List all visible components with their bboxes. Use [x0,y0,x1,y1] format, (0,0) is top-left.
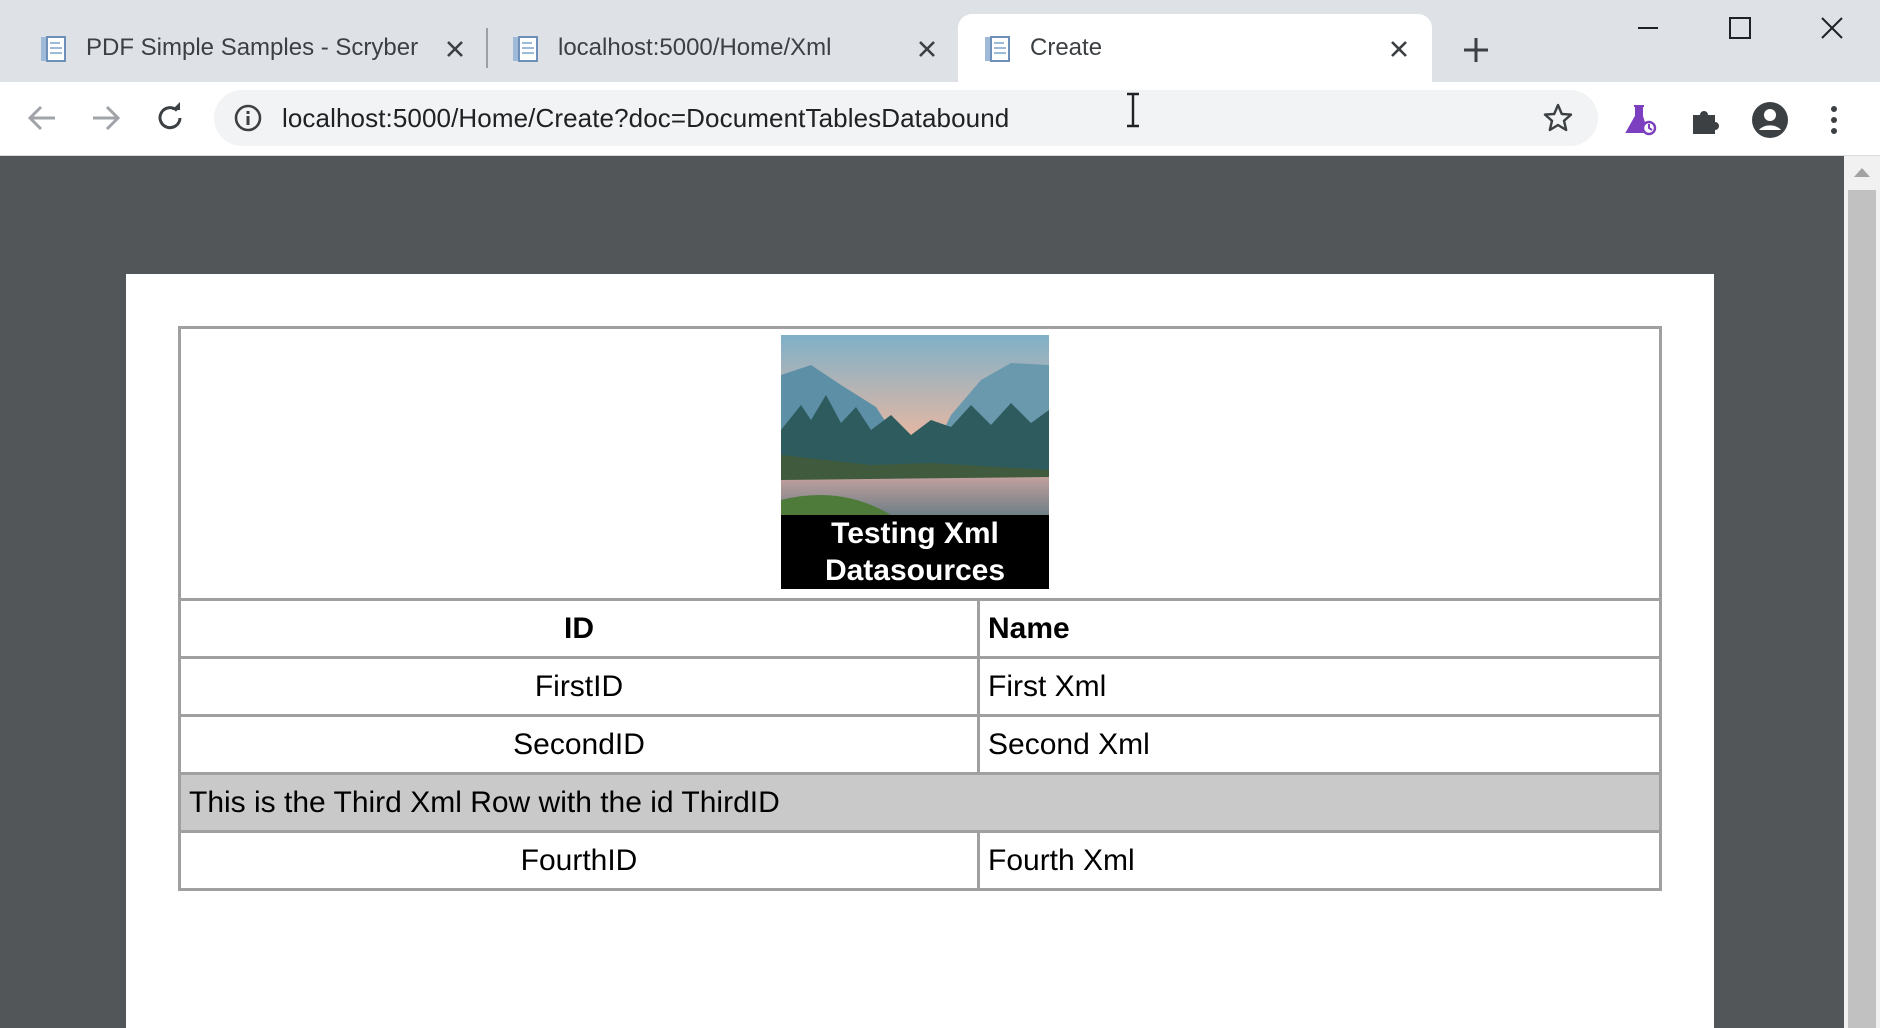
browser-toolbar: localhost:5000/Home/Create?doc=DocumentT… [0,82,1880,156]
tab-pdf-simple-samples[interactable]: PDF Simple Samples - Scryber [0,14,476,82]
tab-strip: PDF Simple Samples - Scryber localhost:5… [0,0,1880,82]
table-row: FourthID Fourth Xml [178,830,1662,891]
table-row-image: Testing Xml Datasources [178,326,1662,601]
text-cursor-icon [1127,92,1139,128]
reload-icon[interactable] [150,98,190,138]
image-caption: Testing Xml Datasources [781,515,1049,589]
document-icon [41,36,66,62]
close-icon[interactable] [440,34,470,64]
scrollbar-thumb[interactable] [1848,190,1876,1028]
pdf-page: Testing Xml Datasources ID Name FirstID … [126,274,1714,1028]
table-header-row: ID Name [178,598,1662,659]
info-icon[interactable] [232,102,264,134]
plus-icon[interactable] [1458,32,1494,68]
cell-name: Fourth Xml [977,833,1659,888]
url-text[interactable]: localhost:5000/Home/Create?doc=DocumentT… [282,103,1009,134]
tab-create[interactable]: Create [958,14,1432,82]
maximize-icon[interactable] [1710,8,1770,48]
span-text: This is the Third Xml Row with the id Th… [189,785,780,819]
table-row-span: This is the Third Xml Row with the id Th… [178,772,1662,833]
table-row: SecondID Second Xml [178,714,1662,775]
table-row: FirstID First Xml [178,656,1662,717]
back-arrow-icon[interactable] [22,98,62,138]
cell-id: FirstID [534,669,624,703]
cell-id: SecondID [513,727,645,761]
pdf-viewer: Testing Xml Datasources ID Name FirstID … [0,156,1844,1028]
cell-name: Second Xml [977,717,1659,772]
menu-kebab-icon[interactable] [1814,100,1854,140]
tab-title: localhost:5000/Home/Xml [558,34,832,61]
close-icon[interactable] [1384,34,1414,64]
vertical-scrollbar[interactable] [1844,156,1880,1028]
puzzle-extensions-icon[interactable] [1686,100,1726,140]
minimize-icon[interactable] [1618,8,1678,48]
caption-line-2: Datasources [824,554,1006,587]
address-bar[interactable]: localhost:5000/Home/Create?doc=DocumentT… [214,90,1598,146]
caption-line-1: Testing Xml [831,517,999,550]
profile-avatar-icon[interactable] [1750,100,1790,140]
cell-name: First Xml [977,659,1659,714]
document-icon [513,36,538,62]
tab-title: Create [1030,34,1103,61]
window-close-icon[interactable] [1802,8,1862,48]
tab-localhost-xml[interactable]: localhost:5000/Home/Xml [472,14,948,82]
document-icon [985,36,1010,62]
landscape-photo [781,335,1049,515]
scroll-up-arrow-icon[interactable] [1854,168,1870,177]
bookmark-star-icon[interactable] [1542,102,1574,134]
flask-extension-icon[interactable] [1620,100,1660,140]
forward-arrow-icon[interactable] [86,98,126,138]
cell-id: FourthID [520,843,638,877]
tab-title: PDF Simple Samples - Scryber [86,34,419,61]
header-name: Name [977,601,1659,656]
close-icon[interactable] [912,34,942,64]
header-image: Testing Xml Datasources [781,335,1049,589]
header-id: ID [564,611,594,645]
